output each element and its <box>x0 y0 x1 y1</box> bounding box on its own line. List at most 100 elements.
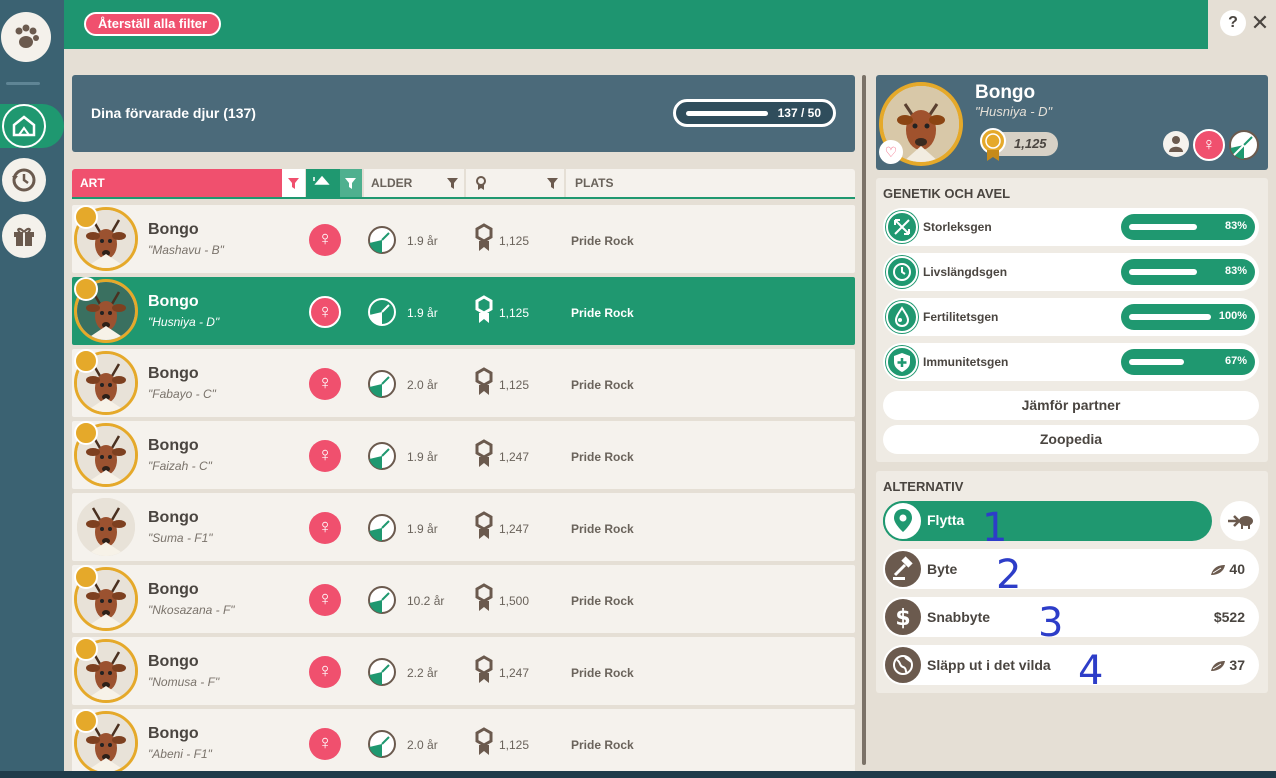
list-scrollbar[interactable] <box>862 75 866 765</box>
age-clock-icon <box>1228 129 1260 161</box>
zoopedia-button[interactable]: Zoopedia <box>883 425 1259 454</box>
option-label: Byte <box>927 561 958 577</box>
animal-species: Bongo <box>148 653 199 670</box>
close-button[interactable]: ✕ <box>1250 10 1270 36</box>
animal-age: 1.9 år <box>407 522 438 536</box>
filter-icon[interactable] <box>442 169 464 197</box>
option-quick-trade-button[interactable]: $ Snabbyte $522 <box>883 597 1259 637</box>
animal-species: Bongo <box>148 437 199 454</box>
option-cost: 40 <box>1210 561 1245 577</box>
option-label: Släpp ut i det vilda <box>927 657 1051 673</box>
table-row[interactable]: Bongo "Mashavu - B" ♀ 1.9 år 1,125 Pride Rock <box>72 205 855 273</box>
award-icon <box>474 655 494 685</box>
detail-animal-nickname: "Husniya - D" <box>975 104 1053 119</box>
option-release-button[interactable]: Släpp ut i det vilda 37 <box>883 645 1259 685</box>
gene-value: 100% <box>1218 310 1247 322</box>
animal-nickname: "Faizah - C" <box>148 459 212 473</box>
animal-nickname: "Abeni - F1" <box>148 747 212 761</box>
column-gender[interactable] <box>306 169 362 197</box>
filter-icon[interactable] <box>282 169 305 197</box>
animal-appeal: 1,247 <box>499 450 530 464</box>
reset-filters-button[interactable]: Återställ alla filter <box>84 12 222 36</box>
animal-appeal: 1,500 <box>499 594 530 608</box>
age-clock-icon <box>367 441 397 471</box>
column-age-label: ALDER <box>371 176 413 190</box>
history-icon[interactable] <box>2 158 46 202</box>
gene-bar-fill <box>1129 359 1184 365</box>
compare-partner-button[interactable]: Jämför partner <box>883 391 1259 420</box>
detail-animal-name: Bongo <box>975 82 1036 103</box>
age-clock-icon <box>367 297 397 327</box>
option-trade-button[interactable]: Byte 40 <box>883 549 1259 589</box>
gene-row: Storleksgen 83% <box>883 208 1259 246</box>
gold-medal-icon <box>74 421 98 445</box>
capacity-indicator: 137 / 50 <box>673 99 836 127</box>
gift-icon[interactable] <box>2 214 46 258</box>
animal-nickname: "Mashavu - B" <box>148 243 224 257</box>
move-button[interactable]: Flytta <box>883 501 1212 541</box>
annotation-3: 3 <box>1038 600 1064 646</box>
animal-location: Pride Rock <box>571 234 634 248</box>
gold-medal-icon <box>74 637 98 661</box>
award-icon <box>474 583 494 613</box>
filter-icon[interactable] <box>542 169 564 197</box>
female-gender-icon: ♀ <box>309 584 341 616</box>
favorite-heart-icon[interactable]: ♡ <box>879 140 903 164</box>
expand-icon <box>886 211 918 243</box>
move-to-habitat-button[interactable] <box>1220 501 1260 541</box>
award-icon <box>474 367 494 397</box>
conservation-credit-icon <box>1211 565 1226 576</box>
column-age[interactable]: ALDER <box>364 169 464 197</box>
animal-appeal: 1,125 <box>499 738 530 752</box>
table-row[interactable]: Bongo "Faizah - C" ♀ 1.9 år 1,247 Pride Rock <box>72 421 855 489</box>
option-label: Snabbyte <box>927 609 991 625</box>
age-clock-icon <box>367 369 397 399</box>
female-gender-icon: ♀ <box>309 440 341 472</box>
sort-ascending-icon[interactable] <box>306 169 340 197</box>
animal-location: Pride Rock <box>571 450 634 464</box>
table-row[interactable]: Bongo "Abeni - F1" ♀ 2.0 år 1,125 Pride Rock <box>72 709 855 777</box>
table-row[interactable]: Bongo "Nkosazana - F" ♀ 10.2 år 1,500 Pride R… <box>72 565 855 633</box>
animal-age: 1.9 år <box>407 234 438 248</box>
table-row[interactable]: Bongo "Suma - F1" ♀ 1.9 år 1,247 Pride Rock <box>72 493 855 561</box>
gene-row: Immunitetsgen 67% <box>883 343 1259 381</box>
animal-age: 2.0 år <box>407 378 438 392</box>
filter-icon[interactable] <box>340 169 362 197</box>
dollar-icon: $ <box>883 597 923 637</box>
female-gender-icon: ♀ <box>309 512 341 544</box>
gavel-icon <box>883 549 923 589</box>
animal-age: 10.2 år <box>407 594 445 608</box>
table-row[interactable]: Bongo "Husniya - D" ♀ 1.9 år 1,125 Pride Rock <box>72 277 855 345</box>
help-button[interactable]: ? <box>1220 10 1246 36</box>
animal-age: 1.9 år <box>407 306 438 320</box>
animal-appeal: 1,247 <box>499 522 530 536</box>
animal-location: Pride Rock <box>571 522 634 536</box>
animal-species: Bongo <box>148 221 199 238</box>
habitat-icon[interactable] <box>2 104 46 148</box>
age-clock-icon <box>367 729 397 759</box>
gold-medal-icon <box>74 349 98 373</box>
keeper-icon[interactable] <box>1163 131 1189 157</box>
female-gender-icon: ♀ <box>309 656 341 688</box>
animal-appeal: 1,125 <box>499 306 530 320</box>
award-icon <box>474 727 494 757</box>
animal-age: 2.2 år <box>407 666 438 680</box>
annotation-1: 1 <box>982 505 1008 551</box>
table-row[interactable]: Bongo "Nomusa - F" ♀ 2.2 år 1,247 Pride Rock <box>72 637 855 705</box>
table-row[interactable]: Bongo "Fabayo - C" ♀ 2.0 år 1,125 Pride Rock <box>72 349 855 417</box>
column-place[interactable]: PLATS <box>566 169 855 197</box>
options-title: ALTERNATIV <box>883 479 964 494</box>
svg-text:$: $ <box>895 606 910 631</box>
animal-nickname: "Suma - F1" <box>148 531 213 545</box>
gene-bar-fill <box>1129 314 1211 320</box>
animal-location: Pride Rock <box>571 666 634 680</box>
award-icon <box>476 176 486 190</box>
animal-age: 2.0 år <box>407 738 438 752</box>
gene-bar: 67% <box>1121 349 1255 375</box>
location-pin-icon <box>883 501 923 541</box>
column-species[interactable]: ART <box>72 169 305 197</box>
gene-label: Fertilitetsgen <box>923 310 999 324</box>
paw-icon[interactable] <box>1 12 51 62</box>
column-score[interactable] <box>466 169 564 197</box>
capacity-text: 137 / 50 <box>777 106 821 120</box>
